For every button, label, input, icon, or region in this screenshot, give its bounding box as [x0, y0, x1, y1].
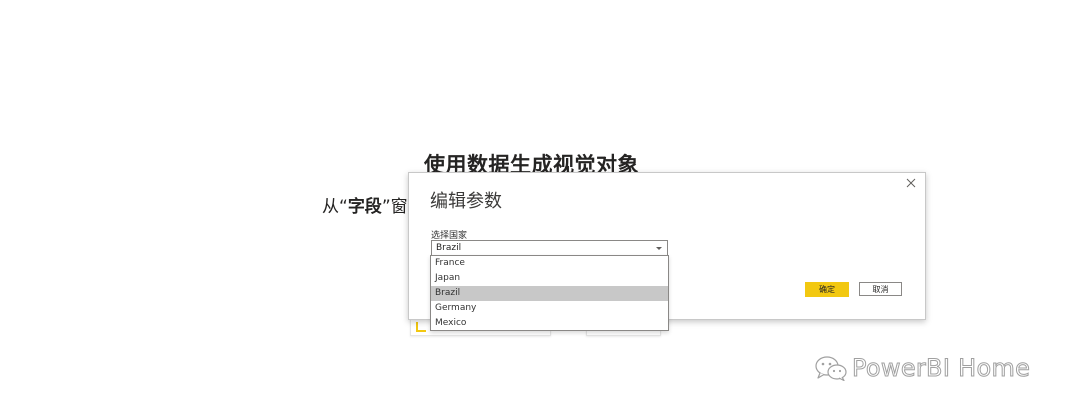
close-icon [906, 178, 916, 188]
dropdown-option-germany[interactable]: Germany [431, 301, 668, 316]
cancel-button[interactable]: 取消 [859, 282, 902, 296]
canvas-instruction-text: 从“字段”窗 [322, 192, 408, 217]
instruction-suffix: ”窗 [381, 197, 408, 217]
ok-button[interactable]: 确定 [805, 282, 849, 297]
instruction-prefix: 从“ [322, 197, 348, 217]
watermark: PowerBI Home [814, 352, 1030, 384]
dropdown-option-brazil[interactable]: Brazil [431, 286, 668, 301]
country-select-value: Brazil [436, 243, 462, 253]
close-button[interactable] [903, 175, 919, 191]
wechat-icon [815, 356, 847, 381]
card-corner-icon [416, 322, 426, 332]
chevron-down-icon [656, 247, 662, 250]
country-dropdown-list: France Japan Brazil Germany Mexico [430, 255, 669, 331]
dropdown-option-france[interactable]: France [431, 256, 668, 271]
dialog-title: 编辑参数 [430, 191, 502, 212]
dropdown-option-japan[interactable]: Japan [431, 271, 668, 286]
watermark-text: PowerBI Home [851, 354, 1031, 383]
dropdown-option-mexico[interactable]: Mexico [431, 316, 668, 331]
instruction-bold: 字段 [347, 197, 382, 217]
